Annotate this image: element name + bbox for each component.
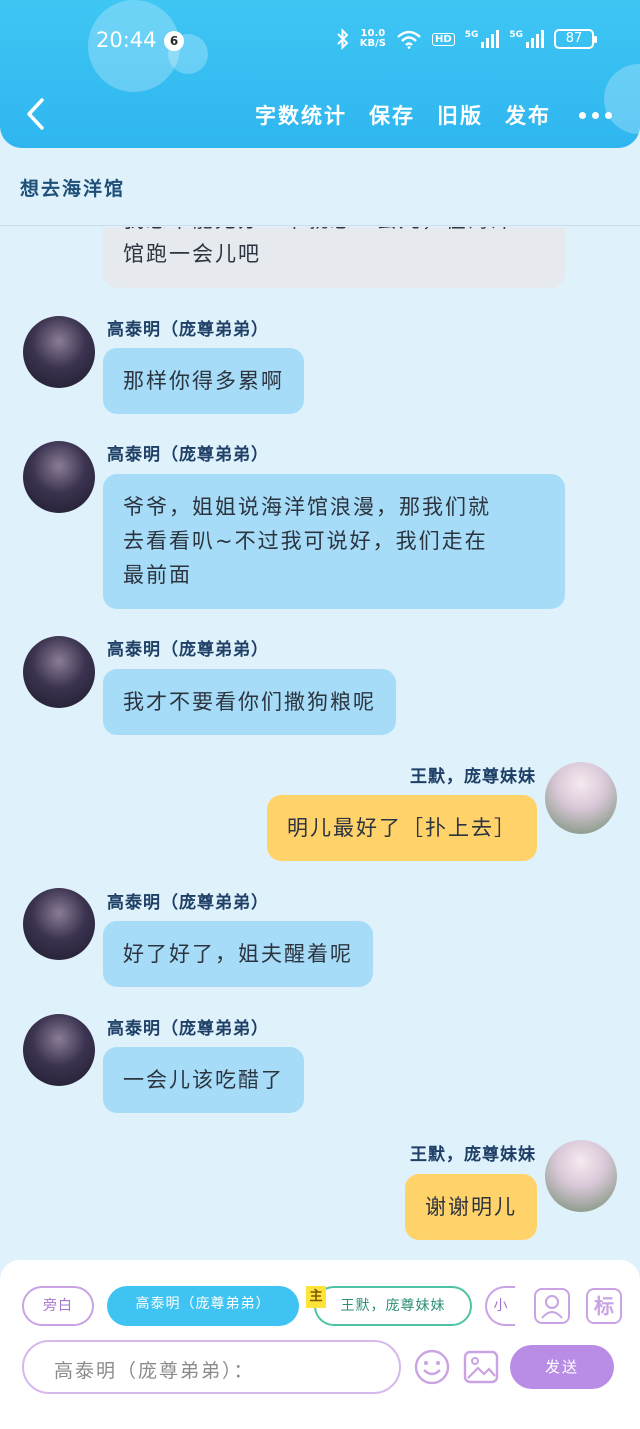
back-arrow-icon[interactable]	[22, 96, 52, 132]
app-header: 20:44 6 10.0 KB/S HD 5G 5G 87 字数统计 保存 旧版…	[0, 0, 640, 148]
notification-badge: 6	[164, 31, 184, 51]
avatar-gao-taiming[interactable]	[23, 888, 95, 960]
story-title[interactable]: 想去海洋馆	[20, 174, 125, 201]
avatar-gao-taiming[interactable]	[23, 441, 95, 513]
publish-button[interactable]: 发布	[505, 100, 551, 130]
speaker-name: 高泰明（庞尊弟弟）	[107, 640, 269, 660]
more-options-icon[interactable]	[579, 111, 612, 119]
message-text: 爷爷，姐姐说海洋馆浪漫，那我们就	[123, 495, 491, 519]
message-text: 明儿最好了［扑上去］	[287, 816, 517, 840]
battery-indicator: 87	[554, 29, 597, 49]
network-speed: 10.0 KB/S	[360, 29, 386, 49]
speaker-name: 王默，庞尊妹妹	[410, 767, 536, 787]
chat-bubble-left[interactable]: 我才不要看你们撒狗粮呢	[103, 669, 396, 735]
avatar-gao-taiming[interactable]	[23, 316, 95, 388]
speaker-name: 高泰明（庞尊弟弟）	[107, 320, 269, 340]
wifi-icon	[397, 30, 421, 49]
chat-bubble-left[interactable]: 好了好了，姐夫醒着呢	[103, 921, 373, 987]
network-speed-unit: KB/S	[359, 38, 387, 49]
chat-bubble-right[interactable]: 明儿最好了［扑上去］	[267, 795, 537, 861]
speaker-name: 高泰明（庞尊弟弟）	[107, 893, 269, 913]
role-chip-gao-taiming[interactable]: 高泰明（庞尊弟弟）	[107, 1286, 299, 1326]
bluetooth-icon	[337, 28, 349, 50]
role-manage-icon[interactable]	[534, 1288, 570, 1324]
chat-bubble-left[interactable]: 一会儿该吃醋了	[103, 1047, 304, 1113]
message-text: 最前面	[123, 563, 192, 587]
word-count-button[interactable]: 字数统计	[255, 100, 347, 130]
hd-voice-icon: HD	[432, 32, 455, 46]
message-text: 我想不能无办一半就想一会儿，在海洋	[123, 227, 545, 237]
message-text: 谢谢明儿	[425, 1195, 517, 1219]
image-icon[interactable]	[462, 1348, 500, 1386]
message-text: 一会儿该吃醋了	[123, 1068, 284, 1092]
message-text: 好了好了，姐夫醒着呢	[123, 942, 353, 966]
signal-sim2-icon: 5G	[509, 30, 544, 48]
speaker-name: 王默，庞尊妹妹	[410, 1145, 536, 1165]
person-icon	[541, 1295, 563, 1319]
chat-bubble-left[interactable]: 爷爷，姐姐说海洋馆浪漫，那我们就 去看看叭~不过我可说好，我们走在 最前面	[103, 474, 565, 609]
role-chip-narration[interactable]: 旁白	[22, 1286, 94, 1326]
message-text: 馆跑一会儿吧	[123, 242, 261, 266]
avatar-wang-mo[interactable]	[545, 762, 617, 834]
chat-bubble-narration[interactable]: 我想不能无办一半就想一会儿，在海洋 馆跑一会儿吧	[103, 227, 565, 288]
header-toolbar: 字数统计 保存 旧版 发布	[255, 100, 612, 130]
status-time: 20:44	[96, 28, 157, 52]
avatar-wang-mo[interactable]	[545, 1140, 617, 1212]
message-input[interactable]: 高泰明（庞尊弟弟）：	[22, 1340, 401, 1394]
save-button[interactable]: 保存	[369, 100, 415, 130]
message-input-placeholder: 高泰明（庞尊弟弟）：	[54, 1360, 255, 1382]
emoji-icon[interactable]	[413, 1348, 451, 1386]
avatar-gao-taiming[interactable]	[23, 1014, 95, 1086]
message-text: 我才不要看你们撒狗粮呢	[123, 690, 376, 714]
speaker-name: 高泰明（庞尊弟弟）	[107, 445, 269, 465]
story-title-bar: 想去海洋馆	[0, 150, 640, 226]
speaker-name: 高泰明（庞尊弟弟）	[107, 1019, 269, 1039]
old-version-button[interactable]: 旧版	[437, 100, 483, 130]
avatar-gao-taiming[interactable]	[23, 636, 95, 708]
sim1-label: 5G	[464, 30, 479, 40]
tag-icon[interactable]: 标	[586, 1288, 622, 1324]
message-text: 那样你得多累啊	[123, 369, 284, 393]
message-text: 去看看叭~不过我可说好，我们走在	[123, 529, 488, 553]
chat-area[interactable]: 我想不能无办一半就想一会儿，在海洋 馆跑一会儿吧 高泰明（庞尊弟弟） 那样你得多…	[0, 227, 640, 1260]
status-icons: 10.0 KB/S HD 5G 5G 87	[336, 28, 597, 50]
role-chip-wang-mo[interactable]: 王默，庞尊妹妹	[314, 1286, 472, 1326]
main-role-tag: 主	[306, 1286, 326, 1308]
send-button[interactable]: 发送	[510, 1345, 614, 1389]
sim2-label: 5G	[509, 30, 523, 40]
role-chip-more[interactable]: 小	[485, 1286, 515, 1326]
chat-bubble-right[interactable]: 谢谢明儿	[405, 1174, 537, 1240]
chat-bubble-left[interactable]: 那样你得多累啊	[103, 348, 304, 414]
signal-sim1-icon: 5G	[465, 30, 500, 48]
